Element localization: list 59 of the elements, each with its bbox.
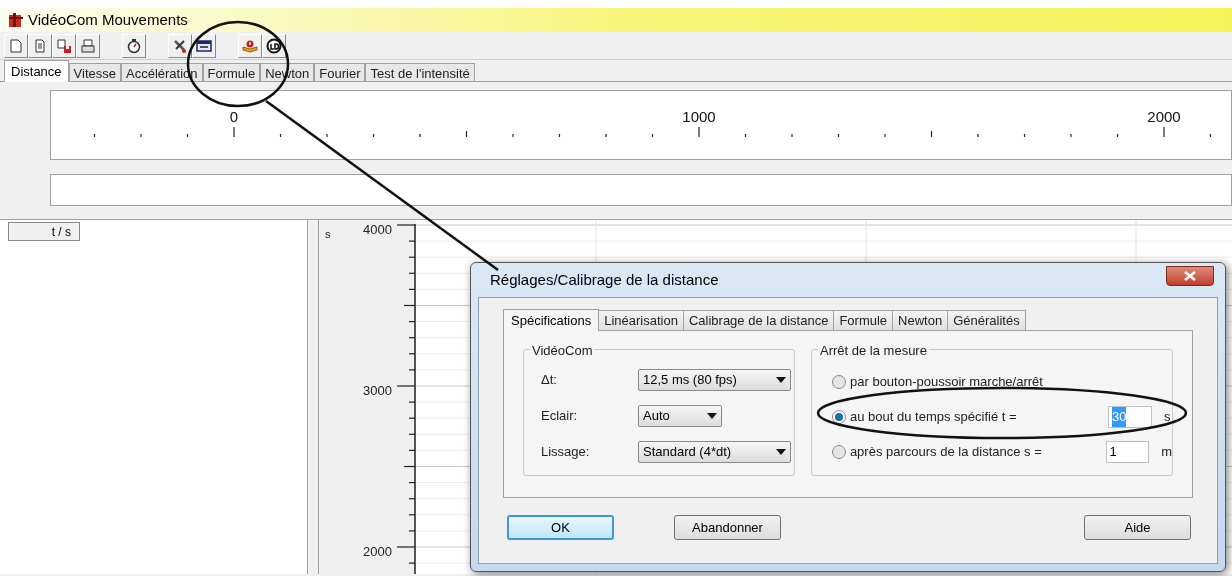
tab[interactable]: Vitesse (68, 63, 121, 81)
dialog-button[interactable]: Abandonner (674, 515, 781, 540)
dialog-title: Réglages/Calibrage de la distance (490, 269, 719, 290)
unit-label: m (1161, 443, 1172, 462)
radio-label: au bout du temps spécifié t = (850, 408, 1017, 427)
dialog-tab[interactable]: Généralités (948, 310, 1026, 330)
tools-icon (172, 37, 188, 54)
app-icon (8, 12, 24, 28)
field-label: Eclair: (541, 407, 579, 426)
ruler-label: 0 (229, 108, 239, 125)
axis-label: 3000 (363, 383, 392, 398)
toolbar-button[interactable] (52, 33, 76, 58)
radio-button[interactable] (832, 445, 846, 459)
column-header[interactable]: t / s (8, 222, 80, 241)
close-icon (1184, 271, 1196, 281)
dialog-tab[interactable]: Formule (834, 310, 894, 330)
dialog-tab[interactable]: Calibrage de la distance (683, 310, 835, 330)
dropdown[interactable]: 12,5 ms (80 fps) (638, 369, 791, 391)
input-field[interactable]: 1 (1105, 441, 1150, 463)
dialog-tab[interactable]: Newton (893, 310, 949, 330)
caret-icon (707, 413, 717, 419)
radio-label: par bouton-poussoir marche/arrêt (850, 373, 1043, 392)
window-icon (196, 37, 212, 54)
radio-button[interactable] (832, 375, 846, 389)
dialog-tab[interactable]: Linéarisation (599, 310, 684, 330)
dropdown[interactable]: Standard (4*dt) (638, 441, 791, 463)
print-icon (80, 37, 96, 54)
document-icon (8, 37, 24, 54)
toolbar-button[interactable] (122, 33, 146, 58)
window-title: VidéoCom Mouvements (28, 9, 188, 30)
save-icon (56, 37, 72, 54)
field-label: Δt: (541, 371, 558, 390)
dialog-button[interactable]: Aide (1084, 515, 1191, 540)
toolbar-button[interactable] (192, 33, 216, 58)
stopwatch-icon (126, 37, 142, 54)
axis-label: 4000 (363, 222, 392, 237)
toolbar-button[interactable] (168, 33, 192, 58)
field-label: Lissage: (541, 443, 591, 462)
page-icon (32, 37, 48, 54)
radio-label: après parcours de la distance s = (849, 443, 1042, 462)
tab[interactable]: Distance (4, 60, 69, 82)
ruler-label: 2000 (1147, 108, 1181, 125)
toolbar-button[interactable] (262, 33, 286, 58)
dialog-tab[interactable]: Spécifications (503, 309, 600, 331)
tab[interactable]: Fourier (314, 63, 366, 81)
tab[interactable]: Formule (202, 63, 261, 81)
dialog-button[interactable]: OK (507, 515, 614, 540)
ruler-label: 1000 (682, 108, 716, 125)
dropdown[interactable]: Auto (638, 405, 722, 427)
axis-unit: s (325, 228, 331, 240)
toolbar-button[interactable] (238, 33, 262, 58)
tab[interactable]: Test de l'intensité (365, 63, 475, 81)
logo-icon (266, 37, 282, 54)
caret-icon (776, 449, 786, 455)
caret-icon (776, 377, 786, 383)
radio-button[interactable] (832, 410, 846, 424)
unit-label: s (1164, 408, 1171, 427)
axis-label: 2000 (363, 544, 392, 559)
close-button[interactable] (1166, 266, 1214, 286)
